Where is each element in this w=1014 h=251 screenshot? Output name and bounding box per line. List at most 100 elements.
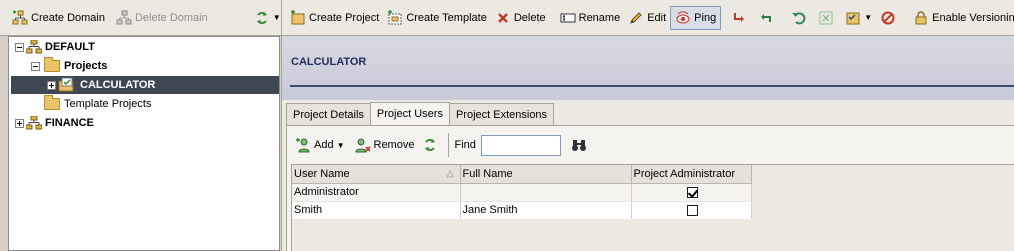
disable-button[interactable] <box>876 7 903 29</box>
create-template-label: Create Template <box>406 11 487 24</box>
project-toolbar: Create Project Create Template Delete Re… <box>281 0 1014 36</box>
page-title: CALCULATOR <box>291 56 367 68</box>
column-header-user-name[interactable]: User Name △ <box>292 165 461 184</box>
find-input[interactable] <box>480 134 561 156</box>
create-domain-button[interactable]: Create Domain <box>8 7 109 29</box>
admin-checkbox[interactable] <box>686 204 698 216</box>
checklist-icon <box>845 10 861 26</box>
users-toolbar: Add ▼ Remove Find <box>291 132 594 158</box>
column-header-label: Project Administrator <box>633 167 735 180</box>
domain-tree: DEFAULT Projects CALCULATOR Template Pro… <box>8 36 280 251</box>
versioning-lock-icon <box>913 10 929 26</box>
tree-node-default[interactable]: DEFAULT <box>15 38 95 56</box>
cell-user-name: Administrator <box>292 183 461 202</box>
tree-node-label: Template Projects <box>64 98 152 110</box>
add-user-label: Add <box>314 139 334 151</box>
admin-checkbox[interactable] <box>686 186 698 198</box>
tree-node-finance[interactable]: FINANCE <box>15 114 94 132</box>
create-domain-label: Create Domain <box>31 11 105 24</box>
collapse-icon[interactable] <box>31 61 40 71</box>
users-grid: User Name △ Full Name Project Administra… <box>291 164 1014 251</box>
table-row[interactable]: Smith Jane Smith <box>292 201 752 219</box>
refresh-icon <box>254 10 270 26</box>
column-header-full-name[interactable]: Full Name <box>460 165 632 184</box>
delete-label: Delete <box>513 11 546 24</box>
tree-node-label: CALCULATOR <box>80 79 156 91</box>
table-row[interactable]: Administrator <box>292 183 752 202</box>
header-divider <box>290 85 1014 87</box>
column-header-project-admin[interactable]: Project Administrator <box>631 165 752 184</box>
chevron-down-icon: ▼ <box>864 13 873 22</box>
create-domain-icon <box>12 10 28 26</box>
binoculars-icon <box>571 137 587 153</box>
cell-full-name: Jane Smith <box>460 201 632 219</box>
domain-icon <box>25 39 43 54</box>
project-users-panel: Add ▼ Remove Find User Name △ Full Name … <box>286 125 1014 251</box>
tree-node-label: Projects <box>64 60 108 72</box>
folder-icon <box>44 95 60 110</box>
cell-project-admin <box>631 183 752 202</box>
project-tabs: Project Details Project Users Project Ex… <box>286 102 555 125</box>
checklist-menu-button[interactable]: ▼ <box>841 7 876 29</box>
undo-button[interactable] <box>787 7 814 29</box>
cell-project-admin <box>631 201 752 219</box>
tree-node-label: DEFAULT <box>45 41 95 53</box>
clear-box-icon <box>818 10 834 26</box>
chevron-down-icon: ▼ <box>272 13 281 22</box>
sort-ascending-icon: △ <box>446 168 454 178</box>
rename-icon <box>560 10 576 26</box>
cell-user-name: Smith <box>292 201 461 219</box>
add-user-icon <box>295 137 311 153</box>
move-button[interactable] <box>727 7 754 29</box>
create-template-button[interactable]: Create Template <box>383 7 491 29</box>
folder-open-icon <box>44 57 60 72</box>
back-arrow-icon <box>758 10 774 26</box>
ping-icon <box>675 10 691 26</box>
refresh-icon <box>422 137 438 153</box>
table-header-row: User Name △ Full Name Project Administra… <box>292 165 752 184</box>
tree-node-calculator[interactable]: CALCULATOR <box>11 76 279 94</box>
enable-versioning-button[interactable]: Enable Versioning <box>909 7 1014 29</box>
find-label: Find <box>454 139 476 151</box>
pencil-icon <box>628 10 644 26</box>
delete-x-icon <box>495 10 511 26</box>
domain-toolbar: Create Domain Delete Domain ▼ <box>0 0 281 36</box>
tab-project-users[interactable]: Project Users <box>369 102 450 125</box>
enable-versioning-label: Enable Versioning <box>932 11 1014 24</box>
edit-button[interactable]: Edit <box>624 7 670 29</box>
refresh-domains-button[interactable]: ▼ <box>250 7 285 29</box>
add-user-button[interactable]: Add ▼ <box>291 134 349 156</box>
create-template-icon <box>387 9 403 26</box>
back-button[interactable] <box>754 7 781 29</box>
expand-icon[interactable] <box>15 118 24 128</box>
ping-button[interactable]: Ping <box>670 5 722 30</box>
tab-project-details[interactable]: Project Details <box>286 103 371 125</box>
remove-user-icon <box>354 137 371 153</box>
prohibited-icon <box>880 10 896 26</box>
find-button[interactable] <box>567 134 594 156</box>
tree-node-projects[interactable]: Projects <box>31 57 107 75</box>
delete-domain-label: Delete Domain <box>134 11 208 24</box>
tree-node-label: FINANCE <box>45 117 94 129</box>
create-project-icon <box>290 9 306 26</box>
toolbar-separator <box>448 133 450 157</box>
tree-node-template-projects[interactable]: Template Projects <box>44 95 151 113</box>
domain-icon <box>25 115 43 130</box>
column-header-label: Full Name <box>462 167 513 180</box>
rename-label: Rename <box>578 11 621 24</box>
expand-icon[interactable] <box>47 80 56 90</box>
clear-button[interactable] <box>814 7 841 29</box>
users-table: User Name △ Full Name Project Administra… <box>292 165 752 219</box>
domain-panel: Create Domain Delete Domain ▼ DEFAULT Pr… <box>0 0 281 251</box>
delete-domain-button[interactable]: Delete Domain <box>112 7 212 29</box>
remove-user-button[interactable]: Remove <box>351 134 419 156</box>
cell-full-name <box>460 183 632 202</box>
collapse-icon[interactable] <box>15 42 24 52</box>
delete-button[interactable]: Delete <box>491 7 550 29</box>
create-project-button[interactable]: Create Project <box>286 7 383 29</box>
rename-button[interactable]: Rename <box>556 7 625 29</box>
project-details-pane: CALCULATOR Project Details Project Users… <box>281 36 1014 251</box>
edit-label: Edit <box>647 11 667 24</box>
tab-project-extensions[interactable]: Project Extensions <box>448 103 555 125</box>
refresh-users-button[interactable] <box>418 134 445 156</box>
